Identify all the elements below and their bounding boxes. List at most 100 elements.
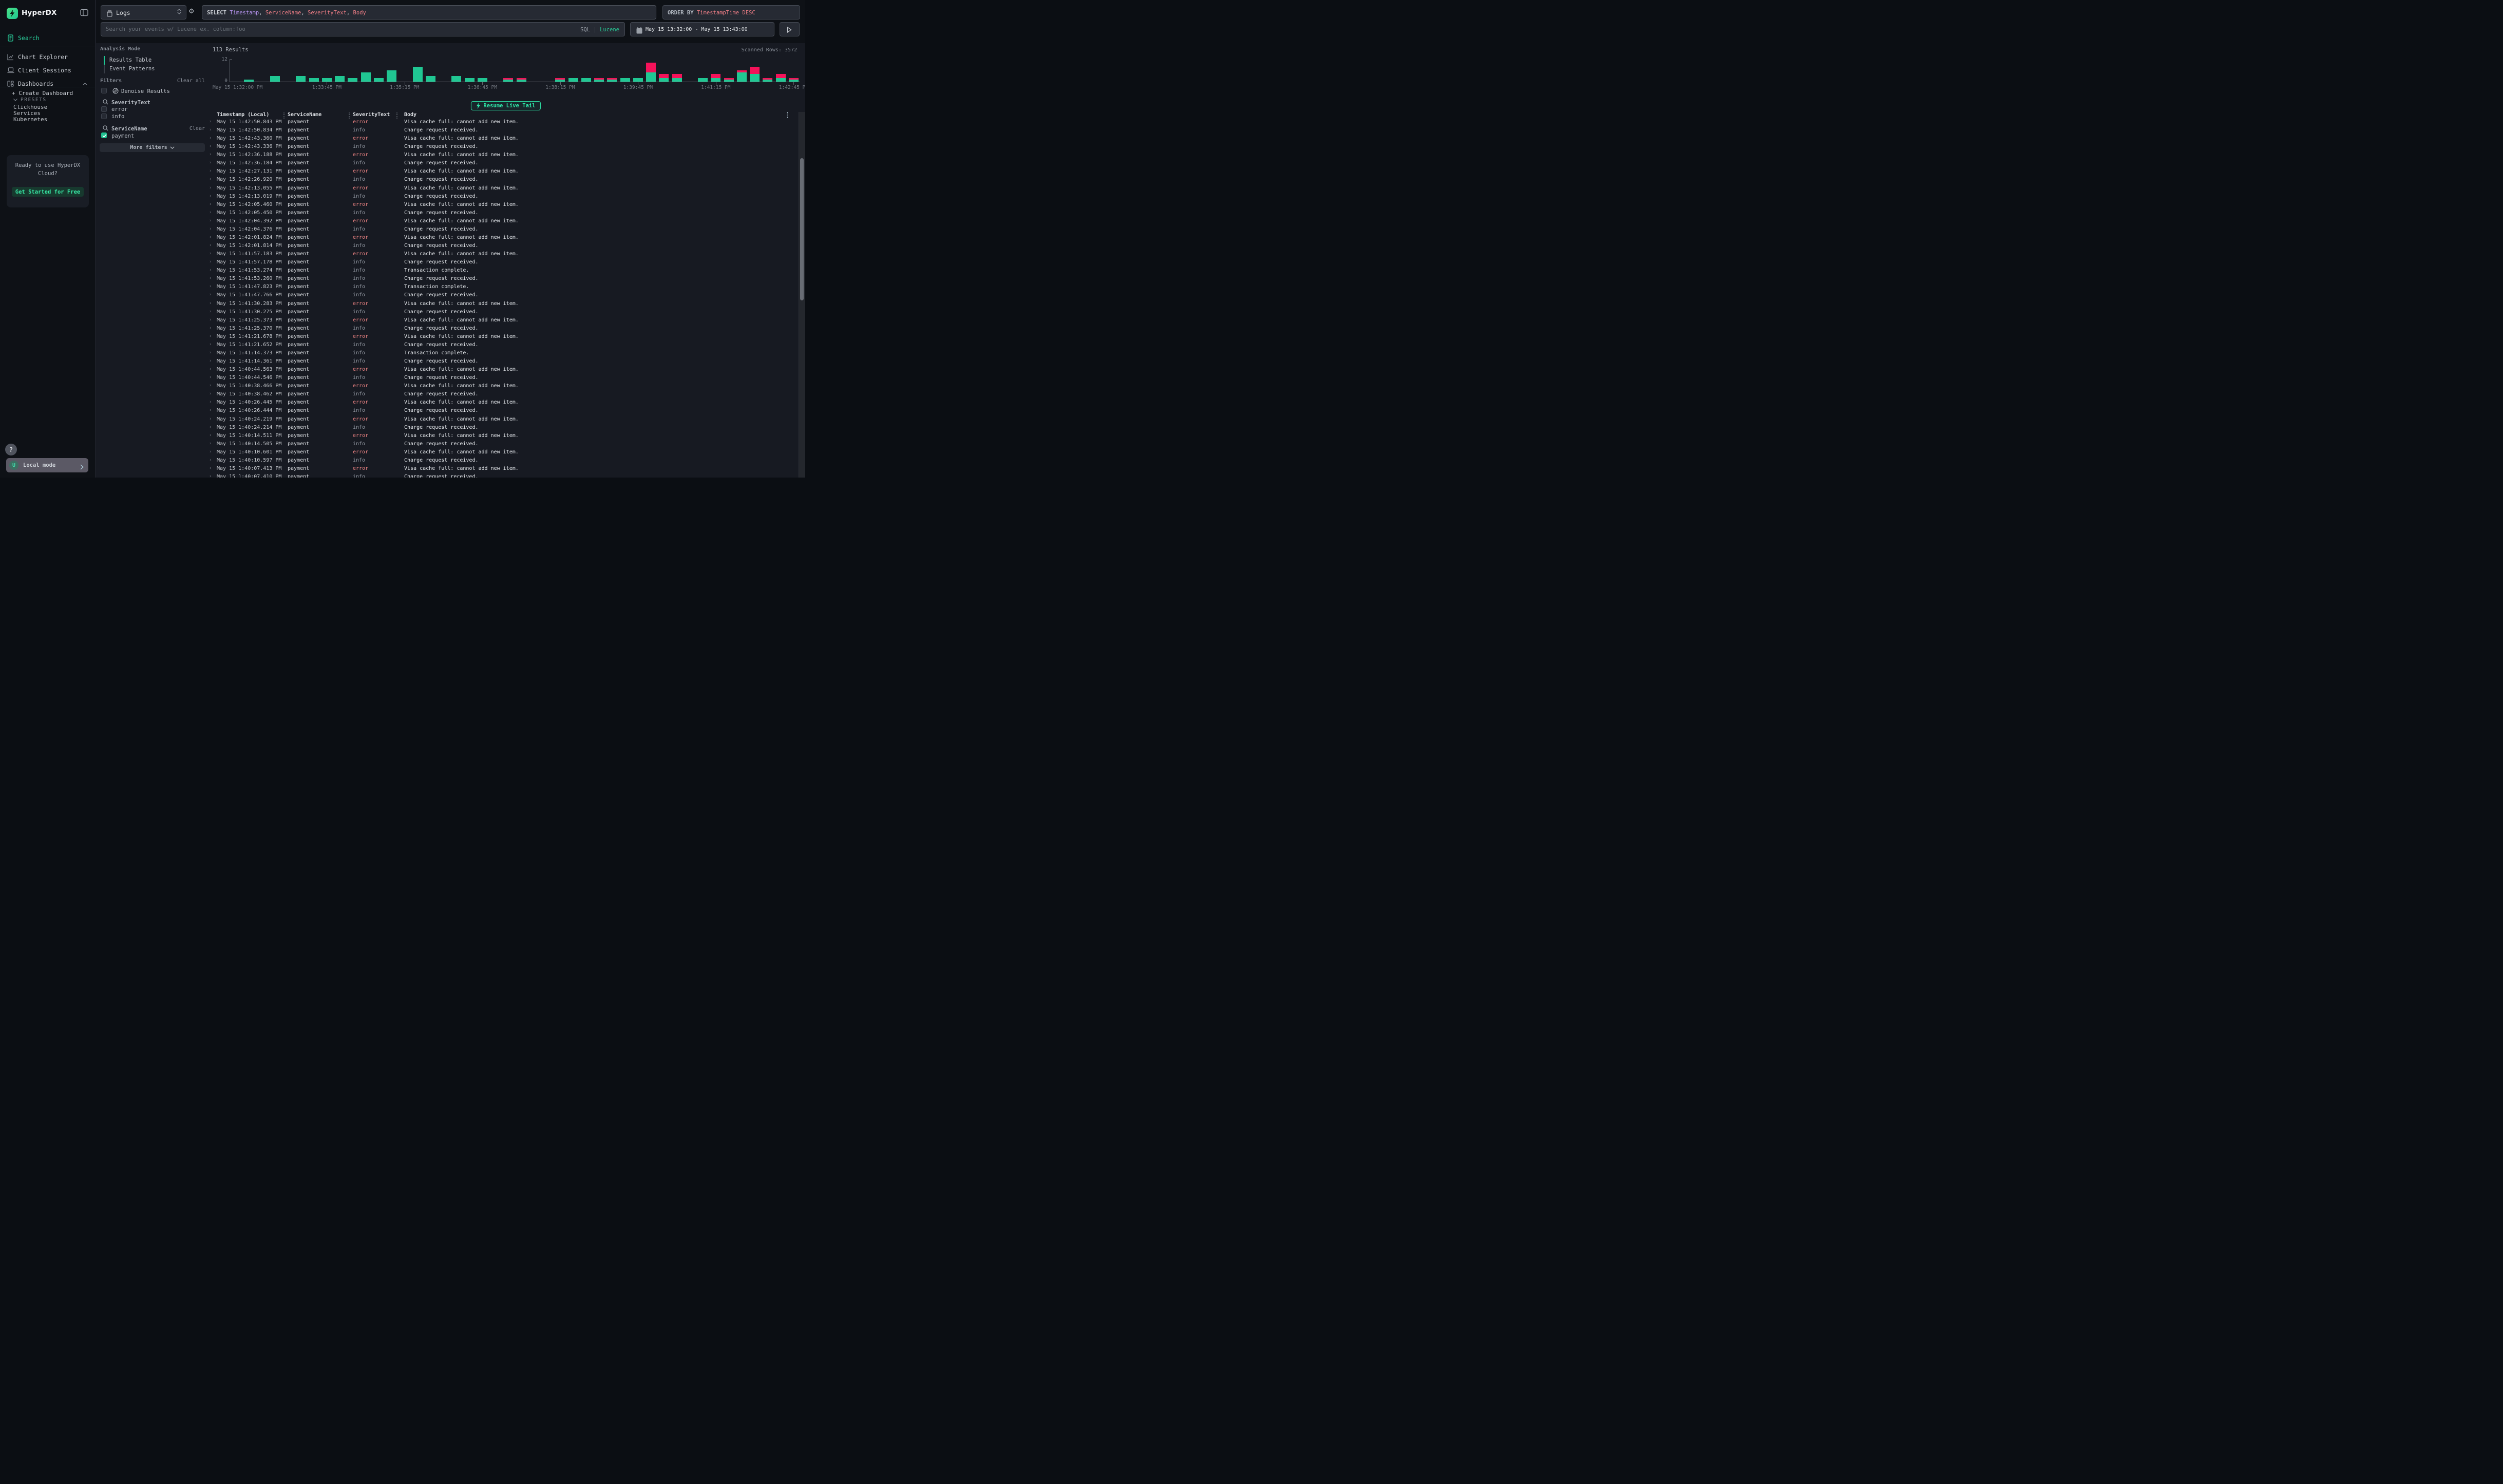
- row-expand-chevron-icon[interactable]: ›: [209, 399, 212, 405]
- row-expand-chevron-icon[interactable]: ›: [209, 433, 212, 438]
- row-expand-chevron-icon[interactable]: ›: [209, 334, 212, 339]
- column-header-severitytext[interactable]: SeverityText: [353, 112, 390, 118]
- row-expand-chevron-icon[interactable]: ›: [209, 309, 212, 314]
- table-row[interactable]: ›May 15 1:40:24.214 PMpaymentinfoCharge …: [206, 424, 799, 432]
- table-row[interactable]: ›May 15 1:42:36.188 PMpaymenterrorVisa c…: [206, 151, 799, 159]
- get-started-button[interactable]: Get Started for Free: [12, 187, 84, 197]
- table-row[interactable]: ›May 15 1:42:26.920 PMpaymentinfoCharge …: [206, 176, 799, 184]
- row-expand-chevron-icon[interactable]: ›: [209, 119, 212, 124]
- table-row[interactable]: ›May 15 1:42:43.336 PMpaymentinfoCharge …: [206, 143, 799, 151]
- row-expand-chevron-icon[interactable]: ›: [209, 144, 212, 149]
- row-expand-chevron-icon[interactable]: ›: [209, 383, 212, 388]
- denoise-checkbox[interactable]: [101, 88, 107, 93]
- table-row[interactable]: ›May 15 1:42:36.184 PMpaymentinfoCharge …: [206, 159, 799, 167]
- row-expand-chevron-icon[interactable]: ›: [209, 127, 212, 132]
- row-expand-chevron-icon[interactable]: ›: [209, 152, 212, 157]
- table-row[interactable]: ›May 15 1:40:24.219 PMpaymenterrorVisa c…: [206, 415, 799, 424]
- table-row[interactable]: ›May 15 1:41:14.373 PMpaymentinfoTransac…: [206, 349, 799, 357]
- table-row[interactable]: ›May 15 1:42:13.055 PMpaymenterrorVisa c…: [206, 184, 799, 193]
- row-expand-chevron-icon[interactable]: ›: [209, 458, 212, 463]
- mode-event-patterns[interactable]: Event Patterns: [104, 65, 201, 73]
- sidebar-item-search[interactable]: Search: [0, 31, 96, 45]
- more-filters-button[interactable]: More filters: [100, 143, 205, 152]
- row-expand-chevron-icon[interactable]: ›: [209, 449, 212, 454]
- column-header-servicename[interactable]: ServiceName: [288, 112, 321, 118]
- row-expand-chevron-icon[interactable]: ›: [209, 226, 212, 232]
- table-row[interactable]: ›May 15 1:40:14.505 PMpaymentinfoCharge …: [206, 440, 799, 448]
- table-row[interactable]: ›May 15 1:42:50.834 PMpaymentinfoCharge …: [206, 126, 799, 135]
- select-query-input[interactable]: SELECT Timestamp, ServiceName, SeverityT…: [202, 5, 656, 20]
- table-row[interactable]: ›May 15 1:40:38.466 PMpaymenterrorVisa c…: [206, 382, 799, 390]
- row-expand-chevron-icon[interactable]: ›: [209, 185, 212, 191]
- scrollbar-thumb[interactable]: [800, 158, 804, 300]
- table-row[interactable]: ›May 15 1:42:04.376 PMpaymentinfoCharge …: [206, 225, 799, 234]
- row-expand-chevron-icon[interactable]: ›: [209, 218, 212, 223]
- filter-checkbox-info[interactable]: [101, 113, 107, 119]
- sidebar-item-client-sessions[interactable]: Client Sessions: [0, 64, 96, 77]
- row-expand-chevron-icon[interactable]: ›: [209, 342, 212, 347]
- order-by-input[interactable]: ORDER BY TimestampTime DESC: [662, 5, 800, 20]
- table-row[interactable]: ›May 15 1:42:50.843 PMpaymenterrorVisa c…: [206, 118, 799, 126]
- scrollbar-track[interactable]: [799, 112, 805, 478]
- collapse-sidebar-icon[interactable]: [80, 9, 88, 18]
- table-row[interactable]: ›May 15 1:40:07.410 PMpaymentinfoCharge …: [206, 473, 799, 478]
- row-expand-chevron-icon[interactable]: ›: [209, 474, 212, 478]
- row-expand-chevron-icon[interactable]: ›: [209, 441, 212, 446]
- table-row[interactable]: ›May 15 1:40:44.546 PMpaymentinfoCharge …: [206, 374, 799, 382]
- row-expand-chevron-icon[interactable]: ›: [209, 326, 212, 331]
- table-row[interactable]: ›May 15 1:40:10.601 PMpaymenterrorVisa c…: [206, 448, 799, 456]
- table-row[interactable]: ›May 15 1:41:21.652 PMpaymentinfoCharge …: [206, 341, 799, 349]
- table-row[interactable]: ›May 15 1:42:04.392 PMpaymenterrorVisa c…: [206, 217, 799, 225]
- mode-results-table[interactable]: Results Table: [104, 56, 201, 65]
- clear-servicename-link[interactable]: Clear: [189, 126, 205, 131]
- table-row[interactable]: ›May 15 1:41:30.275 PMpaymentinfoCharge …: [206, 308, 799, 316]
- column-header-body[interactable]: Body: [404, 112, 416, 118]
- filter-option-error[interactable]: error: [111, 106, 128, 112]
- table-row[interactable]: ›May 15 1:42:01.814 PMpaymentinfoCharge …: [206, 242, 799, 250]
- lucene-toggle[interactable]: Lucene: [600, 27, 619, 33]
- table-row[interactable]: ›May 15 1:42:27.131 PMpaymenterrorVisa c…: [206, 167, 799, 176]
- table-row[interactable]: ›May 15 1:41:30.283 PMpaymenterrorVisa c…: [206, 300, 799, 308]
- search-input[interactable]: [101, 23, 624, 36]
- row-expand-chevron-icon[interactable]: ›: [209, 317, 212, 322]
- row-expand-chevron-icon[interactable]: ›: [209, 251, 212, 256]
- sidebar-item-dashboards[interactable]: Dashboards: [0, 77, 96, 90]
- row-expand-chevron-icon[interactable]: ›: [209, 202, 212, 207]
- table-menu-icon[interactable]: [787, 112, 788, 118]
- table-row[interactable]: ›May 15 1:41:53.260 PMpaymentinfoCharge …: [206, 275, 799, 283]
- row-expand-chevron-icon[interactable]: ›: [209, 259, 212, 264]
- table-row[interactable]: ›May 15 1:42:43.360 PMpaymenterrorVisa c…: [206, 135, 799, 143]
- column-header-timestamp[interactable]: Timestamp (Local): [217, 112, 269, 118]
- table-row[interactable]: ›May 15 1:41:57.178 PMpaymentinfoCharge …: [206, 258, 799, 267]
- row-expand-chevron-icon[interactable]: ›: [209, 235, 212, 240]
- language-toggle[interactable]: SQL | Lucene: [580, 27, 619, 33]
- row-expand-chevron-icon[interactable]: ›: [209, 416, 212, 422]
- row-expand-chevron-icon[interactable]: ›: [209, 375, 212, 380]
- table-row[interactable]: ›May 15 1:40:44.563 PMpaymenterrorVisa c…: [206, 366, 799, 374]
- table-row[interactable]: ›May 15 1:40:38.462 PMpaymentinfoCharge …: [206, 390, 799, 398]
- user-menu[interactable]: U Local mode: [6, 458, 88, 472]
- sidebar-item-chart-explorer[interactable]: Chart Explorer: [0, 50, 96, 64]
- table-row[interactable]: ›May 15 1:40:07.413 PMpaymenterrorVisa c…: [206, 465, 799, 473]
- clear-all-link[interactable]: Clear all: [177, 78, 205, 84]
- table-row[interactable]: ›May 15 1:41:14.361 PMpaymentinfoCharge …: [206, 357, 799, 366]
- row-expand-chevron-icon[interactable]: ›: [209, 177, 212, 182]
- table-row[interactable]: ›May 15 1:41:47.766 PMpaymentinfoCharge …: [206, 291, 799, 299]
- table-row[interactable]: ›May 15 1:41:53.274 PMpaymentinfoTransac…: [206, 267, 799, 275]
- row-expand-chevron-icon[interactable]: ›: [209, 194, 212, 199]
- run-query-button[interactable]: [780, 22, 800, 36]
- table-row[interactable]: ›May 15 1:42:01.824 PMpaymenterrorVisa c…: [206, 234, 799, 242]
- table-row[interactable]: ›May 15 1:41:25.370 PMpaymentinfoCharge …: [206, 325, 799, 333]
- table-row[interactable]: ›May 15 1:42:05.460 PMpaymenterrorVisa c…: [206, 201, 799, 209]
- time-range-picker[interactable]: May 15 13:32:00 - May 15 13:43:00: [630, 22, 774, 36]
- row-expand-chevron-icon[interactable]: ›: [209, 350, 212, 355]
- row-expand-chevron-icon[interactable]: ›: [209, 136, 212, 141]
- row-expand-chevron-icon[interactable]: ›: [209, 425, 212, 430]
- row-expand-chevron-icon[interactable]: ›: [209, 391, 212, 396]
- table-row[interactable]: ›May 15 1:42:05.450 PMpaymentinfoCharge …: [206, 209, 799, 217]
- row-expand-chevron-icon[interactable]: ›: [209, 160, 212, 165]
- filter-checkbox-error[interactable]: [101, 106, 107, 112]
- table-row[interactable]: ›May 15 1:41:21.678 PMpaymenterrorVisa c…: [206, 333, 799, 341]
- table-row[interactable]: ›May 15 1:41:57.183 PMpaymenterrorVisa c…: [206, 250, 799, 258]
- row-expand-chevron-icon[interactable]: ›: [209, 284, 212, 289]
